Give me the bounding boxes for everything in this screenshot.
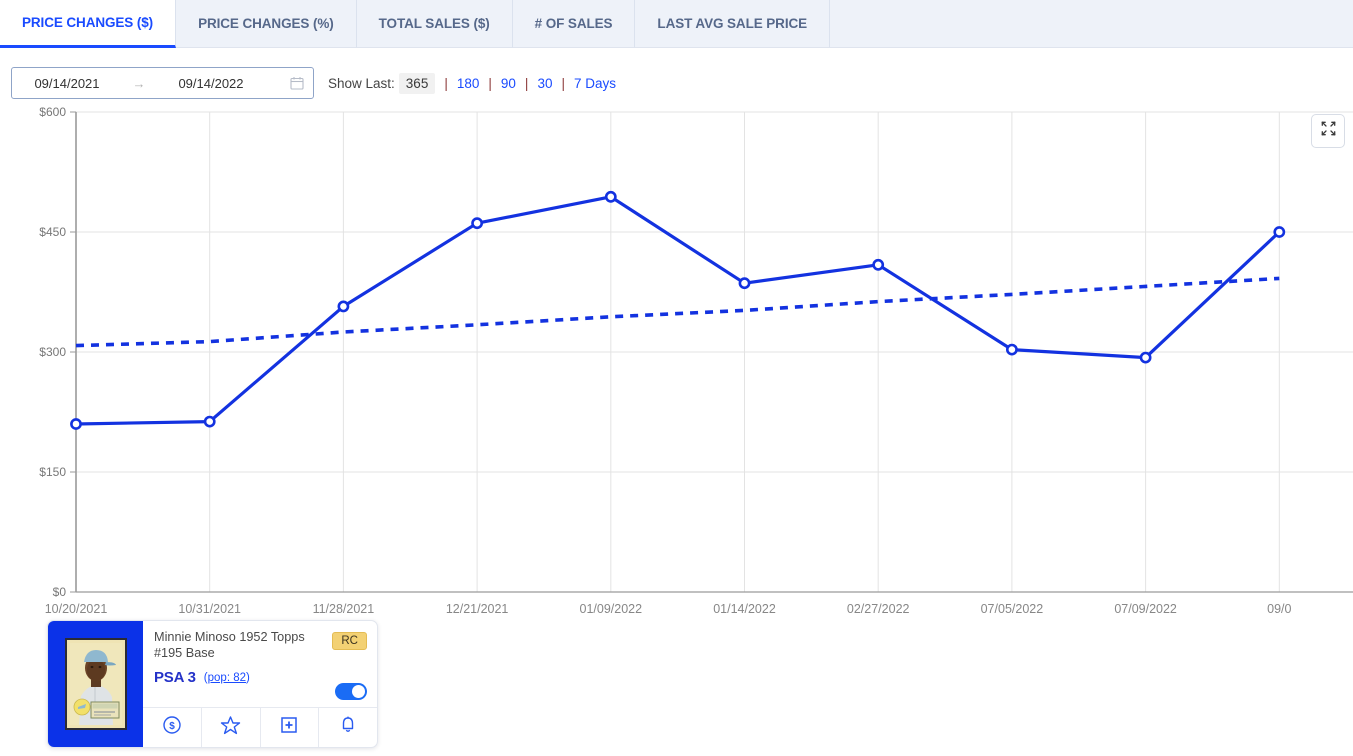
tab-price-changes-dollar[interactable]: PRICE CHANGES ($) [0,0,177,48]
data-point-marker[interactable] [70,418,82,430]
tab-last-avg-sale-price[interactable]: LAST AVG SALE PRICE [635,0,831,48]
price-line [74,195,1281,426]
card-visibility-toggle[interactable] [335,683,367,700]
chart-toolbar: 09/14/2021 → 09/14/2022 Show Last: 365 |… [0,48,1353,148]
separator: | [561,75,565,91]
separator: | [488,75,492,91]
tab-label: TOTAL SALES ($) [378,16,490,31]
show-last-365[interactable]: 365 [398,72,436,94]
rookie-card-badge[interactable]: RC [332,632,367,650]
data-point-marker[interactable] [1006,343,1018,356]
svg-text:$: $ [169,721,175,732]
tab-label: PRICE CHANGES (%) [198,16,334,31]
data-point-marker[interactable] [1273,226,1286,238]
date-range-picker[interactable]: 09/14/2021 → 09/14/2022 [11,67,314,99]
pop-suffix: ) [246,671,250,684]
date-start-input[interactable]: 09/14/2021 [12,76,122,91]
data-point-marker[interactable] [471,217,483,230]
data-point-marker[interactable] [604,190,617,203]
tab-label: PRICE CHANGES ($) [22,15,154,30]
show-last-7-days[interactable]: 7 Days [574,76,616,91]
x-tick-label: 12/21/2021 [446,602,509,616]
calendar-icon[interactable] [289,76,304,91]
trend-line [75,276,1280,348]
data-point-marker[interactable] [337,300,350,313]
x-tick-label: 10/20/2021 [45,602,108,616]
card-header: Minnie Minoso 1952 Topps #195 Base RC PS… [143,621,377,707]
tab-label: # OF SALES [534,16,613,31]
y-tick-label: $300 [39,345,66,359]
price-history-chart: $0 $150 $300 $450 $600 10/20/2021 10/31/2021 11… [0,104,1353,620]
data-point-marker[interactable] [203,415,216,428]
y-tick-label: $450 [39,225,66,239]
x-tick-label: 07/05/2022 [981,602,1044,616]
y-tick-label: $0 [53,585,67,599]
card-info-panel: Minnie Minoso 1952 Topps #195 Base RC PS… [47,620,378,748]
population-link[interactable]: (pop: 82) [204,672,250,684]
add-to-collection-button[interactable] [261,708,320,747]
x-tick-label: 07/09/2022 [1114,602,1177,616]
data-point-marker[interactable] [872,258,885,271]
x-tick-label: 01/09/2022 [580,602,643,616]
card-details: Minnie Minoso 1952 Topps #195 Base RC PS… [143,621,377,747]
chart-canvas[interactable]: $0 $150 $300 $450 $600 10/20/2021 10/31/2021 11… [0,104,1353,620]
dollar-circle-icon: $ [162,715,182,740]
show-last-filter-group: Show Last: 365 | 180 | 90 | 30 | 7 Days [328,67,616,99]
data-point-marker[interactable] [738,277,751,290]
favorite-star-button[interactable] [202,708,261,747]
chart-tabbar: PRICE CHANGES ($) PRICE CHANGES (%) TOTA… [0,0,1353,48]
data-point-marker[interactable] [1139,351,1152,364]
x-tick-label: 09/0 [1267,602,1291,616]
card-title: Minnie Minoso 1952 Topps #195 Base [154,630,305,660]
show-last-90[interactable]: 90 [501,76,516,91]
y-tick-label: $600 [39,105,66,119]
y-tick-label: $150 [39,465,66,479]
x-tick-label: 10/31/2021 [178,602,241,616]
card-action-bar: $ [143,707,377,747]
separator: | [524,75,529,91]
tab-total-sales[interactable]: TOTAL SALES ($) [356,0,513,48]
x-tick-label: 01/14/2022 [713,602,776,616]
tab-label: LAST AVG SALE PRICE [657,16,808,31]
tab-price-changes-percent[interactable]: PRICE CHANGES (%) [176,0,357,48]
pop-label: pop: 82 [207,671,247,684]
bell-icon [338,715,358,741]
price-dollar-button[interactable]: $ [143,708,202,747]
show-last-30[interactable]: 30 [537,76,552,91]
x-tick-label: 02/27/2022 [847,602,910,616]
show-last-label: Show Last: [328,75,395,91]
baseball-card-thumbnail[interactable] [48,621,143,747]
card-grade-row: PSA 3 (pop: 82) [154,669,366,686]
show-last-180[interactable]: 180 [457,76,480,91]
separator: | [444,75,448,91]
plus-square-icon [279,715,299,740]
tab-number-of-sales[interactable]: # OF SALES [512,0,636,48]
x-tick-label: 11/28/2021 [313,602,375,616]
date-range-arrow-icon: → [132,75,146,91]
tabbar-filler [830,0,1353,48]
price-alert-button[interactable] [319,708,377,747]
star-icon [220,715,241,741]
psa-grade-label: PSA 3 [154,669,196,686]
date-end-input[interactable]: 09/14/2022 [156,76,266,91]
